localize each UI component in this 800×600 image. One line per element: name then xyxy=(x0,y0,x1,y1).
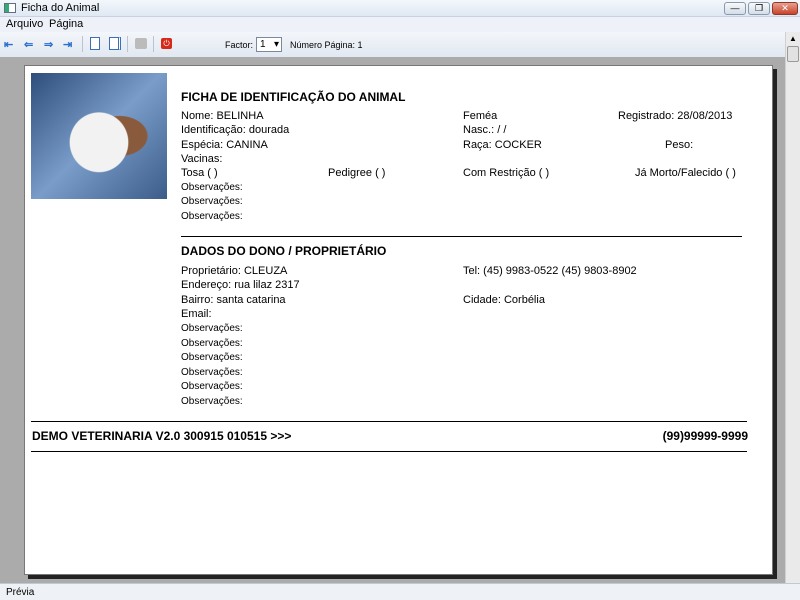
email: Email: xyxy=(181,308,212,320)
maximize-button[interactable]: ❐ xyxy=(748,2,770,15)
raca: Raça: COCKER xyxy=(463,139,542,151)
nome: Nome: BELINHA xyxy=(181,110,264,122)
preview-area: FICHA DE IDENTIFICAÇÃO DO ANIMAL Nome: B… xyxy=(0,57,785,583)
minimize-button[interactable]: — xyxy=(724,2,746,15)
telefone: Tel: (45) 9983-0522 (45) 9803-8902 xyxy=(463,265,637,277)
menu-bar: Arquivo Página xyxy=(0,17,800,32)
separator xyxy=(82,36,83,52)
last-page-icon[interactable]: ⇥ xyxy=(63,38,72,51)
registrado: Registrado: 28/08/2013 xyxy=(618,110,733,122)
observacoes: Observações: xyxy=(181,182,243,193)
print-icon[interactable] xyxy=(135,38,147,49)
observacoes: Observações: xyxy=(181,367,243,378)
close-preview-icon[interactable]: ⏻ xyxy=(161,38,172,49)
footer-phone: (99)99999-9999 xyxy=(662,429,748,443)
morto: Já Morto/Falecido ( ) xyxy=(635,167,736,179)
observacoes: Observações: xyxy=(181,352,243,363)
separator xyxy=(153,36,154,52)
next-page-icon[interactable]: ⇒ xyxy=(44,38,53,51)
divider xyxy=(181,236,742,237)
factor-select[interactable]: 1 xyxy=(256,37,282,52)
peso: Peso: xyxy=(665,139,694,151)
animal-photo xyxy=(31,73,167,199)
scroll-thumb[interactable] xyxy=(787,46,799,62)
close-button[interactable]: ✕ xyxy=(772,2,798,15)
especie: Espécia: CANINA xyxy=(181,139,268,151)
proprietario: Proprietário: CLEUZA xyxy=(181,265,288,277)
restricao: Com Restrição ( ) xyxy=(463,167,550,179)
app-icon xyxy=(4,3,16,13)
divider xyxy=(31,451,747,452)
observacoes: Observações: xyxy=(181,396,243,407)
tosa: Tosa ( ) xyxy=(181,167,218,179)
vacinas: Vacinas: xyxy=(181,153,223,165)
title-bar: Ficha do Animal — ❐ ✕ xyxy=(0,0,800,17)
nasc: Nasc.: / / xyxy=(463,124,507,136)
scroll-up-icon[interactable]: ▲ xyxy=(786,32,800,46)
two-pages-icon[interactable] xyxy=(109,37,121,50)
single-page-icon[interactable] xyxy=(90,37,100,50)
toolbar: ⇤ ⇐ ⇒ ⇥ ⏻ Factor: 1 Número Página: 1 xyxy=(0,32,785,57)
menu-pagina[interactable]: Página xyxy=(49,18,83,30)
report-title: FICHA DE IDENTIFICAÇÃO DO ANIMAL xyxy=(181,90,406,104)
footer-left: DEMO VETERINARIA V2.0 300915 010515 >>> xyxy=(32,429,292,443)
cidade: Cidade: Corbélia xyxy=(463,294,545,306)
prev-page-icon[interactable]: ⇐ xyxy=(24,38,33,51)
divider xyxy=(31,421,747,422)
status-bar: Prévia xyxy=(0,583,800,600)
owner-title: DADOS DO DONO / PROPRIETÁRIO xyxy=(181,244,387,258)
observacoes: Observações: xyxy=(181,323,243,334)
endereco: Endereço: rua lilaz 2317 xyxy=(181,279,300,291)
identificacao: Identificação: dourada xyxy=(181,124,290,136)
vertical-scrollbar[interactable]: ▲ xyxy=(785,32,800,583)
factor-label: Factor: xyxy=(225,40,254,50)
bairro: Bairro: santa catarina xyxy=(181,294,286,306)
page-number: Número Página: 1 xyxy=(290,40,363,50)
pedigree: Pedigree ( ) xyxy=(328,167,386,179)
first-page-icon[interactable]: ⇤ xyxy=(4,38,13,51)
observacoes: Observações: xyxy=(181,338,243,349)
menu-arquivo[interactable]: Arquivo xyxy=(6,18,43,30)
separator xyxy=(127,36,128,52)
observacoes: Observações: xyxy=(181,381,243,392)
sexo: Feméa xyxy=(463,110,498,122)
window-title: Ficha do Animal xyxy=(21,2,100,14)
observacoes: Observações: xyxy=(181,211,243,222)
report-page: FICHA DE IDENTIFICAÇÃO DO ANIMAL Nome: B… xyxy=(24,65,773,575)
observacoes: Observações: xyxy=(181,196,243,207)
status-text: Prévia xyxy=(6,587,35,598)
